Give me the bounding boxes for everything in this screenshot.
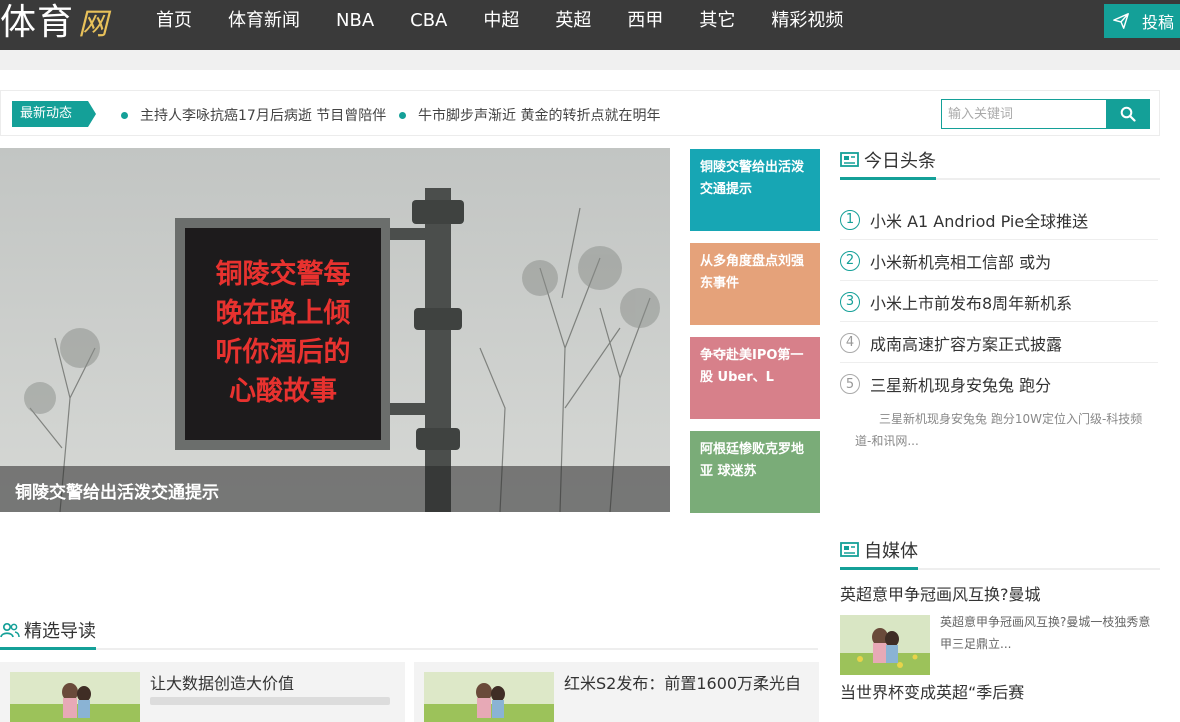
headline-summary: 三星新机现身安兔兔 跑分10W定位入门级-科技频道-和讯网... bbox=[855, 412, 1143, 448]
sign-line: 铜陵交警每 bbox=[216, 258, 351, 290]
rank-number: 4 bbox=[840, 332, 860, 353]
feature-tile[interactable]: 争夺赴美IPO第一股 Uber、L bbox=[690, 337, 820, 419]
media-article-link[interactable]: 英超意甲争冠画风互换?曼城 bbox=[840, 581, 1041, 605]
tile-text: 争夺赴美IPO第一股 Uber、L bbox=[700, 348, 804, 385]
sign-line: 晚在路上倾 bbox=[216, 297, 351, 329]
search-button[interactable] bbox=[1106, 99, 1150, 129]
latest-news-label: 最新动态 bbox=[12, 101, 96, 127]
featured-section-header: 精选导读 bbox=[0, 617, 818, 650]
featured-card-title: 让大数据创造大价值 bbox=[150, 674, 295, 693]
logo-accent-text: 网 bbox=[78, 7, 109, 42]
tile-text: 阿根廷惨败克罗地亚 球迷苏 bbox=[700, 442, 805, 479]
search-input[interactable] bbox=[941, 99, 1107, 129]
featured-card-excerpt bbox=[150, 697, 390, 705]
rank-number: 2 bbox=[840, 250, 860, 271]
sign-line: 心酸故事 bbox=[229, 376, 337, 407]
headline-item[interactable]: 1 小米 A1 Andriod Pie全球推送 bbox=[840, 200, 1158, 240]
headline-item[interactable]: 2 小米新机亮相工信部 或为 bbox=[840, 241, 1158, 281]
newspaper-icon bbox=[840, 152, 859, 167]
nav-item-premier-league[interactable]: 英超 bbox=[537, 0, 609, 42]
featured-card[interactable]: 让大数据创造大价值 bbox=[0, 662, 405, 722]
rank-number: 5 bbox=[840, 374, 860, 394]
featured-card-title: 红米S2发布：前置1600万柔光自 bbox=[564, 674, 802, 693]
section-title: 自媒体 bbox=[840, 537, 918, 570]
headlines-section-header: 今日头条 bbox=[840, 147, 1160, 180]
nav-item-home[interactable]: 首页 bbox=[138, 0, 210, 42]
feature-tile[interactable]: 阿根廷惨败克罗地亚 球迷苏 bbox=[690, 431, 820, 513]
search-icon bbox=[1120, 106, 1136, 122]
nav-item-csl[interactable]: 中超 bbox=[465, 0, 537, 42]
featured-card[interactable]: 红米S2发布：前置1600万柔光自 bbox=[414, 662, 819, 722]
sign-line: 听你酒后的 bbox=[216, 336, 351, 368]
headline-text: 小米上市前发布8周年新机系 bbox=[870, 293, 1073, 313]
nav-item-others[interactable]: 其它 bbox=[681, 0, 753, 42]
media-section-header: 自媒体 bbox=[840, 537, 1160, 570]
bullet-icon bbox=[121, 111, 128, 119]
media-article-desc: 英超意甲争冠画风互换?曼城一枝独秀意甲三足鼎立... bbox=[940, 615, 1151, 651]
section-title: 今日头条 bbox=[840, 147, 936, 180]
ticker-item[interactable]: 主持人李咏抗癌17月后病逝 节目曾陪伴 bbox=[121, 105, 386, 125]
feature-tile[interactable]: 从多角度盘点刘强东事件 bbox=[690, 243, 820, 325]
featured-thumbnail bbox=[10, 672, 140, 722]
newspaper-icon bbox=[840, 542, 859, 557]
ticker-item-text: 主持人李咏抗癌17月后病逝 节目曾陪伴 bbox=[140, 108, 387, 124]
headline-item[interactable]: 4 成南高速扩容方案正式披露 bbox=[840, 323, 1158, 363]
hero-caption: 铜陵交警给出活泼交通提示 bbox=[15, 483, 219, 503]
thumbnail-image bbox=[10, 672, 140, 722]
headlines-title: 今日头条 bbox=[864, 151, 936, 172]
thumbnail-image bbox=[840, 615, 930, 675]
section-title: 精选导读 bbox=[0, 617, 96, 650]
headline-text: 小米新机亮相工信部 或为 bbox=[870, 252, 1052, 272]
ticker-item[interactable]: 牛市脚步声渐近 黄金的转折点就在明年 bbox=[399, 105, 660, 125]
bullet-icon bbox=[399, 111, 406, 119]
site-logo[interactable]: 体育 网 bbox=[0, 0, 108, 44]
send-icon bbox=[1113, 13, 1129, 29]
media-article-link[interactable]: 当世界杯变成英超“季后赛 bbox=[840, 679, 1024, 703]
headline-item[interactable]: 3 小米上市前发布8周年新机系 bbox=[840, 282, 1158, 322]
logo-text: 体育 bbox=[0, 2, 75, 43]
hero-slideshow[interactable]: 铜陵交警每 晚在路上倾 听你酒后的 心酸故事 铜陵交警给出活泼交通提示 bbox=[0, 148, 670, 512]
headline-item[interactable]: 5 三星新机现身安兔兔 跑分 bbox=[840, 364, 1158, 404]
rank-number: 3 bbox=[840, 291, 860, 312]
feature-tile[interactable]: 铜陵交警给出活泼交通提示 bbox=[690, 149, 820, 231]
nav-item-videos[interactable]: 精彩视频 bbox=[753, 0, 861, 42]
news-ticker-bar: 最新动态 主持人李咏抗癌17月后病逝 节目曾陪伴 牛市脚步声渐近 黄金的转折点就… bbox=[0, 90, 1160, 136]
featured-title: 精选导读 bbox=[24, 621, 96, 642]
main-nav: 首页 体育新闻 NBA CBA 中超 英超 西甲 其它 精彩视频 bbox=[138, 0, 861, 42]
tile-text: 从多角度盘点刘强东事件 bbox=[700, 254, 805, 291]
media-title: 自媒体 bbox=[864, 541, 918, 562]
top-navbar: 体育 网 首页 体育新闻 NBA CBA 中超 英超 西甲 其它 精彩视频 投稿 bbox=[0, 0, 1180, 50]
rank-number: 1 bbox=[840, 209, 860, 230]
headline-text: 成南高速扩容方案正式披露 bbox=[870, 334, 1063, 354]
thumbnail-image bbox=[424, 672, 554, 722]
ticker-item-text: 牛市脚步声渐近 黄金的转折点就在明年 bbox=[418, 108, 661, 124]
headline-text: 小米 A1 Andriod Pie全球推送 bbox=[870, 211, 1089, 231]
nav-item-cba[interactable]: CBA bbox=[392, 0, 465, 42]
submit-label: 投稿 bbox=[1141, 13, 1174, 32]
tile-text: 铜陵交警给出活泼交通提示 bbox=[700, 160, 805, 197]
users-icon bbox=[0, 622, 20, 638]
headline-text: 三星新机现身安兔兔 跑分 bbox=[870, 376, 1052, 395]
nav-item-sports-news[interactable]: 体育新闻 bbox=[210, 0, 318, 42]
nav-item-la-liga[interactable]: 西甲 bbox=[609, 0, 681, 42]
submit-article-button[interactable]: 投稿 bbox=[1104, 4, 1180, 38]
header-divider bbox=[0, 50, 1180, 70]
hero-caption-bar: 铜陵交警给出活泼交通提示 bbox=[0, 466, 670, 512]
featured-thumbnail bbox=[424, 672, 554, 722]
nav-item-nba[interactable]: NBA bbox=[318, 0, 392, 42]
hero-image: 铜陵交警每 晚在路上倾 听你酒后的 心酸故事 bbox=[0, 148, 670, 512]
media-thumbnail[interactable] bbox=[840, 615, 930, 675]
